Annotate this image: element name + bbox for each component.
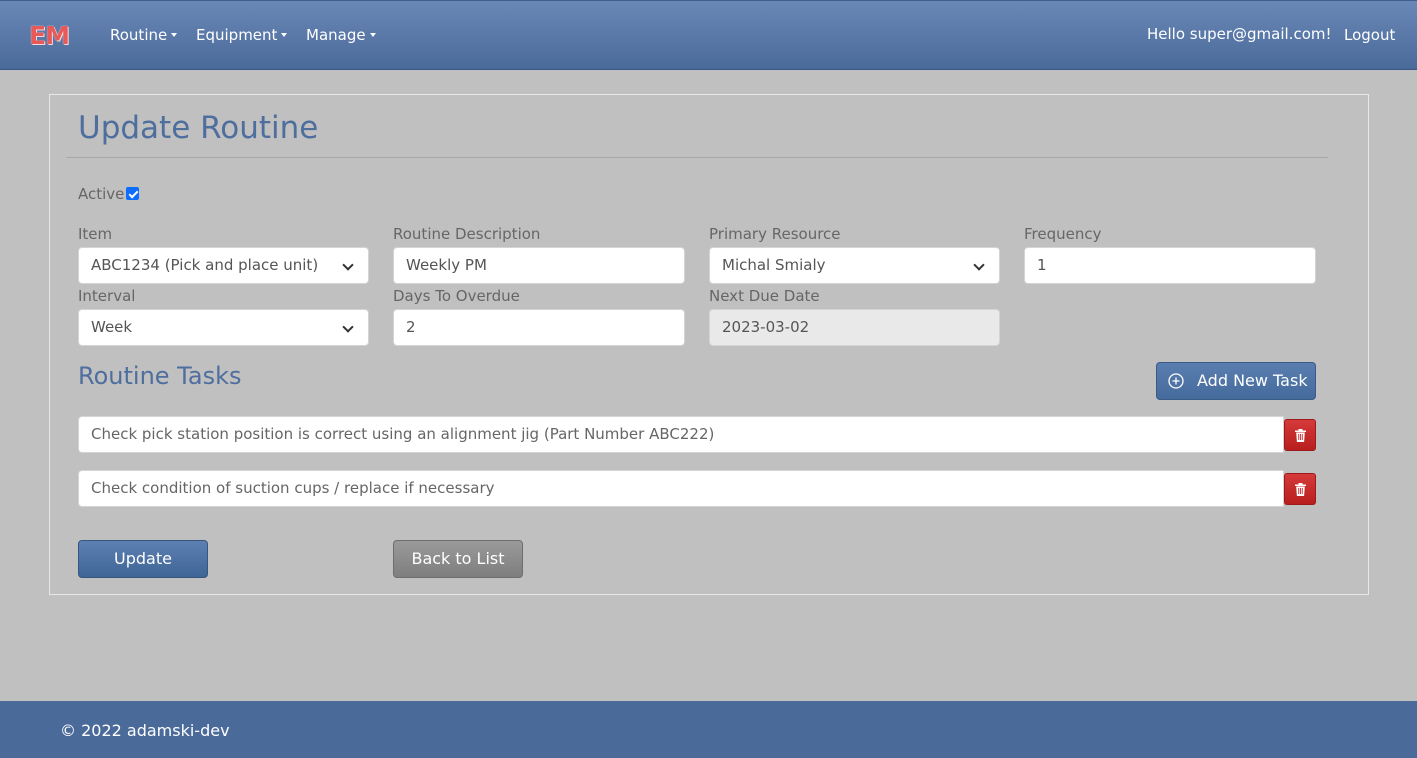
interval-label: Interval xyxy=(78,287,136,305)
primary-resource-label: Primary Resource xyxy=(709,225,841,243)
description-input-value: Weekly PM xyxy=(406,256,487,274)
task-text: Check condition of suction cups / replac… xyxy=(91,479,495,497)
interval-select-value: Week xyxy=(91,318,133,336)
task-text: Check pick station position is correct u… xyxy=(91,425,715,443)
description-input[interactable]: Weekly PM xyxy=(393,247,685,284)
description-label: Routine Description xyxy=(393,225,541,243)
caret-down-icon xyxy=(281,33,288,37)
primary-resource-select-value: Michal Smialy xyxy=(722,256,826,274)
trash-icon xyxy=(1295,429,1306,442)
frequency-label: Frequency xyxy=(1024,225,1102,243)
task-input[interactable]: Check pick station position is correct u… xyxy=(78,416,1284,453)
next-due-date-label: Next Due Date xyxy=(709,287,820,305)
menu-routine[interactable]: Routine xyxy=(110,26,178,46)
delete-task-button[interactable] xyxy=(1284,419,1316,451)
logout-link[interactable]: Logout xyxy=(1344,26,1395,44)
menu-routine-label: Routine xyxy=(110,26,168,44)
active-checkbox[interactable] xyxy=(126,187,139,200)
item-select[interactable]: ABC1234 (Pick and place unit) xyxy=(78,247,369,284)
task-input[interactable]: Check condition of suction cups / replac… xyxy=(78,470,1284,507)
footer: © 2022 adamski-dev xyxy=(0,701,1417,758)
add-new-task-button[interactable]: Add New Task xyxy=(1156,362,1316,400)
brand-logo[interactable]: EM xyxy=(29,21,70,50)
page-title: Update Routine xyxy=(78,110,319,146)
navbar: EM Routine Equipment Manage Hello super@… xyxy=(0,0,1417,70)
caret-down-icon xyxy=(369,33,376,37)
trash-icon xyxy=(1295,483,1306,496)
menu-manage[interactable]: Manage xyxy=(306,26,376,46)
plus-circle-icon xyxy=(1168,373,1184,389)
days-to-overdue-input-value: 2 xyxy=(406,318,416,336)
next-due-date-input-value: 2023-03-02 xyxy=(722,318,810,336)
chevron-down-icon xyxy=(342,259,354,271)
back-to-list-button[interactable]: Back to List xyxy=(393,540,523,578)
menu-equipment-label: Equipment xyxy=(196,26,278,44)
primary-resource-select[interactable]: Michal Smialy xyxy=(709,247,1000,284)
frequency-input[interactable]: 1 xyxy=(1024,247,1316,284)
update-button[interactable]: Update xyxy=(78,540,208,578)
interval-select[interactable]: Week xyxy=(78,309,369,346)
routine-tasks-heading: Routine Tasks xyxy=(78,362,242,390)
menu-manage-label: Manage xyxy=(306,26,366,44)
user-greeting[interactable]: Hello super@gmail.com! xyxy=(1147,25,1332,43)
item-select-value: ABC1234 (Pick and place unit) xyxy=(91,256,319,274)
chevron-down-icon xyxy=(973,259,985,271)
days-to-overdue-label: Days To Overdue xyxy=(393,287,520,305)
chevron-down-icon xyxy=(342,321,354,333)
next-due-date-input: 2023-03-02 xyxy=(709,309,1000,346)
active-label: Active xyxy=(78,185,125,203)
menu-equipment[interactable]: Equipment xyxy=(196,26,288,46)
add-new-task-label: Add New Task xyxy=(1197,371,1308,390)
title-divider xyxy=(66,157,1328,158)
delete-task-button[interactable] xyxy=(1284,473,1316,505)
item-label: Item xyxy=(78,225,113,243)
frequency-input-value: 1 xyxy=(1037,256,1047,274)
footer-copyright: © 2022 adamski-dev xyxy=(60,721,230,740)
caret-down-icon xyxy=(171,33,178,37)
days-to-overdue-input[interactable]: 2 xyxy=(393,309,685,346)
